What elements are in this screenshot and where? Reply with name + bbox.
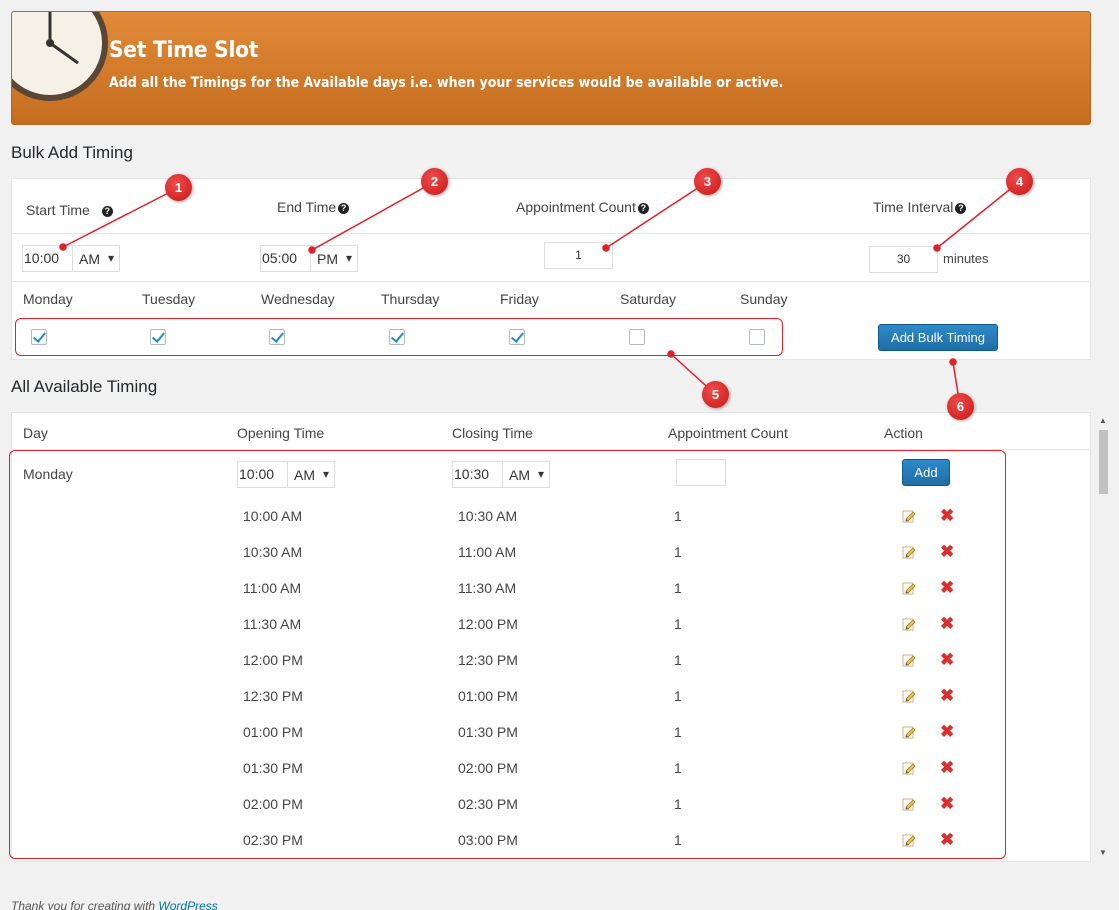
time-interval-input[interactable]: 30 (869, 246, 938, 273)
appointment-count-input[interactable]: 1 (544, 242, 613, 269)
footer-text: Thank you for creating with (11, 899, 159, 910)
day-label-thursday: Thursday (381, 291, 440, 307)
start-time-label: Start Time ? (26, 202, 113, 218)
start-time-field[interactable]: 10:00 (23, 246, 73, 271)
annotation-badge: 1 (165, 174, 192, 201)
annotation-badge: 5 (702, 381, 729, 408)
clock-icon (12, 12, 108, 101)
page-subtitle: Add all the Timings for the Available da… (109, 75, 784, 91)
end-time-field[interactable]: 05:00 (261, 246, 311, 271)
scroll-down-arrow[interactable]: ▼ (1099, 848, 1107, 857)
bulk-heading: Bulk Add Timing (11, 143, 133, 162)
scroll-up-arrow[interactable]: ▲ (1099, 416, 1107, 425)
available-heading: All Available Timing (11, 377, 158, 396)
time-interval-label: Time Interval? (873, 199, 967, 215)
start-time-label-text: Start Time (26, 202, 90, 218)
column-header-day: Day (23, 425, 48, 441)
interval-unit-label: minutes (943, 251, 989, 266)
help-icon[interactable]: ? (637, 203, 649, 214)
page-title: Set Time Slot (109, 38, 259, 63)
divider (12, 233, 1090, 234)
appointment-count-label: Appointment Count? (516, 199, 649, 215)
column-header-closing: Closing Time (452, 425, 533, 441)
day-label-saturday: Saturday (620, 291, 677, 307)
annotation-badge: 4 (1006, 168, 1033, 195)
appointment-count-label-text: Appointment Count (516, 199, 636, 215)
day-label-wednesday: Wednesday (261, 291, 335, 307)
footer: Thank you for creating with WordPress (11, 899, 218, 910)
day-label-friday: Friday (500, 291, 539, 307)
annotation-badge: 3 (694, 168, 721, 195)
end-time-label-text: End Time (277, 199, 337, 215)
start-time-input[interactable]: 10:00 AM (22, 245, 120, 272)
annotation-box-timings (9, 450, 1006, 859)
scrollbar[interactable]: ▲ ▼ (1096, 412, 1111, 862)
time-interval-label-text: Time Interval (873, 199, 954, 215)
header-banner: Set Time Slot Add all the Timings for th… (11, 11, 1091, 125)
end-time-input[interactable]: 05:00 PM (260, 245, 358, 272)
divider (12, 281, 1090, 282)
column-header-action: Action (884, 425, 923, 441)
help-icon[interactable]: ? (338, 203, 350, 214)
end-time-ampm-select[interactable]: PM (311, 251, 357, 267)
help-icon[interactable]: ? (101, 206, 113, 217)
help-icon[interactable]: ? (955, 203, 967, 214)
day-label-sunday: Sunday (740, 291, 788, 307)
footer-link[interactable]: WordPress (158, 899, 217, 910)
column-header-count: Appointment Count (668, 425, 788, 441)
annotation-badge: 6 (947, 393, 974, 420)
day-label-monday: Monday (23, 291, 73, 307)
scroll-thumb[interactable] (1099, 430, 1108, 494)
add-bulk-timing-button[interactable]: Add Bulk Timing (878, 324, 998, 351)
end-time-label: End Time? (277, 199, 350, 215)
column-header-opening: Opening Time (237, 425, 325, 441)
day-label-tuesday: Tuesday (142, 291, 196, 307)
annotation-box-weekdays (15, 318, 783, 356)
start-time-ampm-select[interactable]: AM (73, 251, 119, 267)
annotation-badge: 2 (421, 168, 448, 195)
